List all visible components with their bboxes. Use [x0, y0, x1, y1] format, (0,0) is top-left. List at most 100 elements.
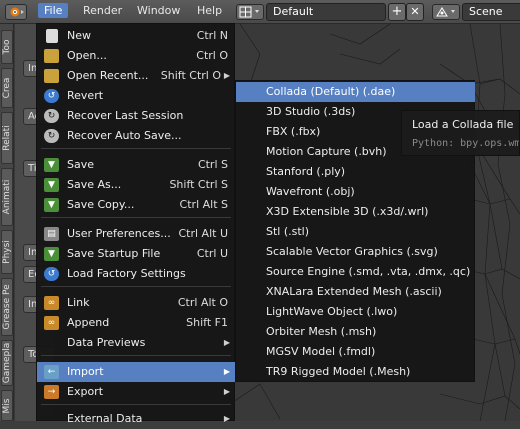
blender-logo-icon: [10, 7, 24, 17]
tab-label: Grease Pe: [2, 284, 12, 330]
tab-label: Relati: [2, 125, 12, 151]
menu-separator: [41, 355, 231, 356]
export-icon: →: [44, 385, 59, 399]
menu-item-shortcut: Shift Ctrl S: [169, 178, 228, 191]
remove-layout-button[interactable]: ✕: [406, 3, 424, 21]
menu-item-user-preferences[interactable]: ▤ User Preferences... Ctrl Alt U: [37, 224, 235, 244]
menu-help[interactable]: Help: [197, 4, 222, 17]
import-orbiter-mesh[interactable]: Orbiter Mesh (.msh): [236, 322, 475, 342]
scene-selector-button[interactable]: [432, 4, 460, 20]
preferences-icon: ▤: [44, 227, 59, 241]
tooltip-python-path: Python: bpy.ops.wm: [412, 138, 520, 149]
menu-item-open[interactable]: Open... Ctrl O: [37, 46, 235, 66]
menu-separator: [41, 148, 231, 149]
menu-item-label: Open...: [67, 49, 107, 62]
menu-window[interactable]: Window: [137, 4, 180, 17]
menu-item-load-factory-settings[interactable]: ↺ Load Factory Settings: [37, 264, 235, 284]
menu-item-data-previews[interactable]: Data Previews ▶: [37, 333, 235, 353]
scene-name-field[interactable]: Scene: [462, 3, 520, 21]
menu-item-label: External Data: [67, 412, 143, 425]
import-x3d[interactable]: X3D Extensible 3D (.x3d/.wrl): [236, 202, 475, 222]
menu-item-shortcut: Ctrl S: [197, 158, 228, 171]
tab-physics[interactable]: Physi: [1, 230, 13, 274]
menu-item-new[interactable]: New Ctrl N: [37, 26, 235, 46]
menu-separator: [41, 217, 231, 218]
menu-render[interactable]: Render: [83, 4, 122, 17]
left-tab-strip: Too Crea Relati Animati Physi Grease Pe …: [0, 24, 14, 421]
menu-item-revert[interactable]: ↺ Revert: [37, 86, 235, 106]
tab-animation[interactable]: Animati: [1, 168, 13, 226]
menu-item-link[interactable]: ∞ Link Ctrl Alt O: [37, 293, 235, 313]
submenu-arrow-icon: ▶: [223, 338, 230, 347]
menu-item-save[interactable]: ▼ Save Ctrl S: [37, 155, 235, 175]
tooltip: Load a Collada file Python: bpy.ops.wm: [401, 110, 520, 156]
revert-icon: ↺: [44, 89, 59, 103]
import-tr9-rigged-model[interactable]: TR9 Rigged Model (.Mesh): [236, 362, 475, 382]
menu-item-external-data[interactable]: External Data ▶: [37, 409, 235, 429]
add-layout-button[interactable]: +: [388, 3, 406, 21]
import-stl[interactable]: Stl (.stl): [236, 222, 475, 242]
scene-icon: [436, 7, 455, 17]
menu-item-save-startup-file[interactable]: ▼ Save Startup File Ctrl U: [37, 244, 235, 264]
import-svg[interactable]: Scalable Vector Graphics (.svg): [236, 242, 475, 262]
submenu-arrow-icon: ▶: [223, 71, 230, 80]
recover-auto-icon: ↻: [44, 129, 59, 143]
menu-item-label: Append: [67, 316, 110, 329]
menu-item-recover-last-session[interactable]: ↻ Recover Last Session: [37, 106, 235, 126]
import-xnalara[interactable]: XNALara Extended Mesh (.ascii): [236, 282, 475, 302]
tab-relations[interactable]: Relati: [1, 112, 13, 164]
import-obj[interactable]: Wavefront (.obj): [236, 182, 475, 202]
tab-create[interactable]: Crea: [1, 68, 13, 108]
open-folder-icon: [44, 49, 59, 63]
submenu-arrow-icon: ▶: [223, 414, 230, 423]
tab-grease-pencil[interactable]: Grease Pe: [1, 278, 13, 336]
menu-item-recover-auto-save[interactable]: ↻ Recover Auto Save...: [37, 126, 235, 146]
menu-item-label: Import: [67, 365, 104, 378]
menu-item-label: Save Copy...: [67, 198, 135, 211]
menu-item-label: Open Recent...: [67, 69, 149, 82]
tab-tools[interactable]: Too: [1, 30, 13, 64]
menu-item-save-as[interactable]: ▼ Save As... Shift Ctrl S: [37, 175, 235, 195]
save-copy-icon: ▼: [44, 198, 59, 212]
menu-item-label: Load Factory Settings: [67, 267, 186, 280]
import-source-engine[interactable]: Source Engine (.smd, .vta, .dmx, .qc): [236, 262, 475, 282]
import-lwo[interactable]: LightWave Object (.lwo): [236, 302, 475, 322]
menu-item-import[interactable]: ← Import ▶: [37, 362, 235, 382]
menu-item-label: Recover Auto Save...: [67, 129, 182, 142]
tab-label: Gamepla: [2, 342, 12, 384]
import-mgsv-model[interactable]: MGSV Model (.fmdl): [236, 342, 475, 362]
tab-gameplay[interactable]: Gamepla: [1, 340, 13, 386]
menu-item-label: Save As...: [67, 178, 122, 191]
menu-item-label: Export: [67, 385, 104, 398]
menu-item-append[interactable]: ∞ Append Shift F1: [37, 313, 235, 333]
link-icon: ∞: [44, 296, 59, 310]
menu-item-label: New: [67, 29, 91, 42]
menu-item-shortcut: Ctrl O: [196, 49, 228, 62]
screen-layout-button[interactable]: [236, 4, 264, 20]
add-icon: +: [391, 4, 403, 19]
tab-label: Physi: [2, 240, 12, 264]
new-file-icon: [46, 29, 58, 43]
menu-separator: [41, 286, 231, 287]
import-icon: ←: [44, 365, 59, 379]
append-icon: ∞: [44, 316, 59, 330]
recover-icon: ↻: [44, 109, 59, 123]
menu-item-shortcut: Ctrl Alt U: [178, 227, 228, 240]
menu-item-label: Revert: [67, 89, 104, 102]
menu-item-shortcut: Ctrl Alt S: [179, 198, 228, 211]
menu-file[interactable]: File: [38, 3, 69, 18]
tooltip-title: Load a Collada file: [412, 118, 514, 131]
menu-item-shortcut: Shift F1: [186, 316, 228, 329]
import-ply[interactable]: Stanford (.ply): [236, 162, 475, 182]
tab-misc[interactable]: Mis: [1, 390, 13, 421]
layout-name-field[interactable]: Default: [266, 3, 386, 21]
menu-item-save-copy[interactable]: ▼ Save Copy... Ctrl Alt S: [37, 195, 235, 215]
menu-item-export[interactable]: → Export ▶: [37, 382, 235, 402]
tab-label: Mis: [2, 398, 12, 413]
editor-type-button[interactable]: [5, 4, 27, 20]
layout-grid-icon: [239, 6, 259, 18]
import-collada[interactable]: Collada (Default) (.dae): [236, 82, 475, 102]
menu-item-open-recent[interactable]: Open Recent... Shift Ctrl O ▶: [37, 66, 235, 86]
menu-item-label: Link: [67, 296, 90, 309]
save-startup-icon: ▼: [44, 247, 59, 261]
